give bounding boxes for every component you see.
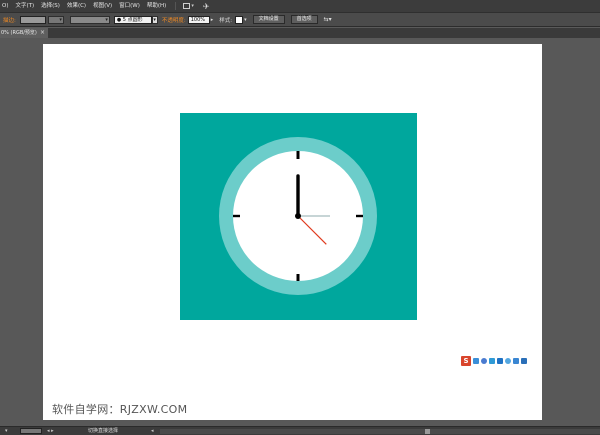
zoom-field[interactable] [20,428,42,434]
menu-item-window[interactable]: 窗口(W) [117,0,145,12]
stroke-color-swatch[interactable] [19,15,46,24]
style-chevron-icon[interactable]: ▾ [244,17,247,23]
clock-background[interactable] [180,113,417,320]
document-tab-bar: 0% (RGB/预览) × [0,28,600,38]
artboard[interactable]: 软件自学网：RJZXW.COM S [43,44,542,420]
variable-width-dropdown[interactable]: ▾ [69,15,110,24]
preferences-button[interactable]: 首选项 [290,15,318,24]
brush-dropdown[interactable]: ▾ [151,15,158,24]
tick-12 [296,151,300,159]
chevron-down-icon: ▾ [191,3,194,9]
menu-item-effect[interactable]: 效果(C) [65,0,91,12]
zoom-arrow-icon[interactable]: ▾ [5,427,8,435]
document-tab-label: 0% (RGB/预览) [1,30,37,36]
keyboard-icon[interactable] [497,358,503,364]
wrench-icon[interactable] [521,358,527,364]
rocket-icon[interactable]: ✈ [203,2,210,11]
scrollbar-thumb[interactable] [425,429,430,434]
stroke-weight-dropdown[interactable]: ▾ [47,15,64,24]
person-icon[interactable] [505,358,511,364]
status-tool-text: 切换直接选择 [88,428,119,434]
arrange-documents-button[interactable]: ▾ [180,1,197,11]
clock-illustration [219,137,377,295]
control-bar: 描边: ▾ ▾ ● 5 点圆形 ▾ 不透明度: 100% ▸ 样式: ▾ 文档设… [0,12,600,27]
tick-6 [296,274,300,281]
cloud-icon[interactable] [473,358,479,364]
artboard-nav-icon[interactable]: ◂ ▸ [47,427,54,435]
ime-toolbar: S [461,356,527,366]
menu-item-partial[interactable]: O) [0,0,13,12]
scroll-left-icon[interactable]: ◂ [151,427,154,435]
menu-divider [175,2,177,10]
grid-icon [183,3,191,9]
brush-field[interactable]: ● 5 点圆形 [113,15,152,24]
status-bar: ▾ ◂ ▸ 切换直接选择 ◂ [0,426,600,435]
menu-item-help[interactable]: 帮助(H) [145,0,171,12]
horizontal-scrollbar[interactable] [160,429,600,434]
opacity-arrow-icon[interactable]: ▸ [211,17,214,23]
menu-bar: O) 文字(T) 选择(S) 效果(C) 视图(V) 窗口(W) 帮助(H) ▾… [0,0,600,12]
menu-item-type[interactable]: 文字(T) [13,0,39,12]
sogou-logo-icon[interactable]: S [461,356,471,366]
canvas-area[interactable]: 软件自学网：RJZXW.COM S [0,38,600,426]
stroke-label[interactable]: 描边: [3,16,16,24]
note-icon[interactable] [489,358,495,364]
opacity-label[interactable]: 不透明度: [162,16,186,24]
menu-item-select[interactable]: 选择(S) [39,0,65,12]
clock-center-dot [295,213,301,219]
moon-icon[interactable] [481,358,487,364]
close-icon[interactable]: × [40,28,45,38]
document-setup-button[interactable]: 文档设置 [252,15,285,24]
menu-item-view[interactable]: 视图(V) [91,0,117,12]
tick-9 [233,214,240,218]
tick-3 [356,214,363,218]
style-swatch[interactable] [235,15,244,24]
shirt-icon[interactable] [513,358,519,364]
watermark-text: 软件自学网：RJZXW.COM [52,403,188,416]
style-label: 样式: [219,17,233,24]
align-icon[interactable]: ⇆▾ [324,16,332,23]
opacity-field[interactable]: 100% [187,15,210,24]
